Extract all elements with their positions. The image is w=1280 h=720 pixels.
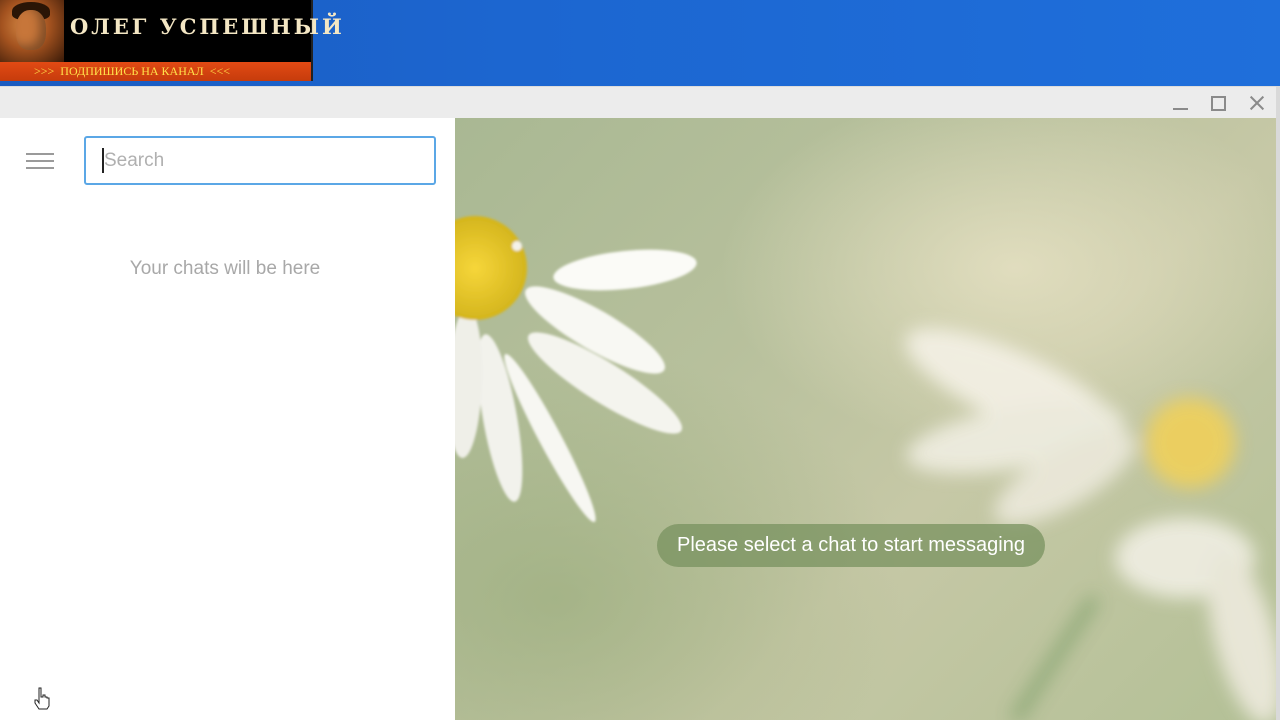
avatar-face	[16, 10, 46, 50]
menu-line	[26, 160, 54, 162]
title-bar	[0, 86, 1276, 119]
close-icon	[1248, 94, 1266, 112]
daisy-wallpaper	[455, 216, 1276, 720]
text-caret	[102, 148, 104, 173]
sidebar: Your chats will be here	[0, 118, 456, 720]
maximize-button[interactable]	[1203, 91, 1233, 115]
minimize-icon	[1173, 108, 1188, 110]
channel-avatar	[0, 0, 64, 62]
channel-banner: ОЛЕГ УСПЕШНЫЙ >>> ПОДПИШИСЬ НА КАНАЛ <<<	[0, 0, 345, 81]
background-daisy	[905, 328, 1276, 720]
search-input[interactable]	[84, 136, 436, 185]
maximize-icon	[1211, 96, 1226, 111]
menu-line	[26, 153, 54, 155]
screen: ОЛЕГ УСПЕШНЫЙ >>> ПОДПИШИСЬ НА КАНАЛ <<<	[0, 0, 1280, 720]
empty-chats-label: Your chats will be here	[129, 258, 321, 279]
hand-cursor-icon	[34, 687, 50, 710]
hamburger-menu-icon[interactable]	[24, 150, 56, 174]
select-chat-prompt: Please select a chat to start messaging	[657, 524, 1045, 567]
menu-line	[26, 167, 54, 169]
close-button[interactable]	[1242, 91, 1272, 115]
channel-subscribe-strip: >>> ПОДПИШИСЬ НА КАНАЛ <<<	[0, 62, 311, 81]
chat-area[interactable]: Please select a chat to start messaging	[455, 118, 1276, 720]
app-window: Your chats will be here	[0, 86, 1280, 720]
channel-title: ОЛЕГ УСПЕШНЫЙ	[70, 14, 345, 39]
minimize-button[interactable]	[1166, 91, 1196, 115]
foreground-daisy	[455, 216, 697, 523]
